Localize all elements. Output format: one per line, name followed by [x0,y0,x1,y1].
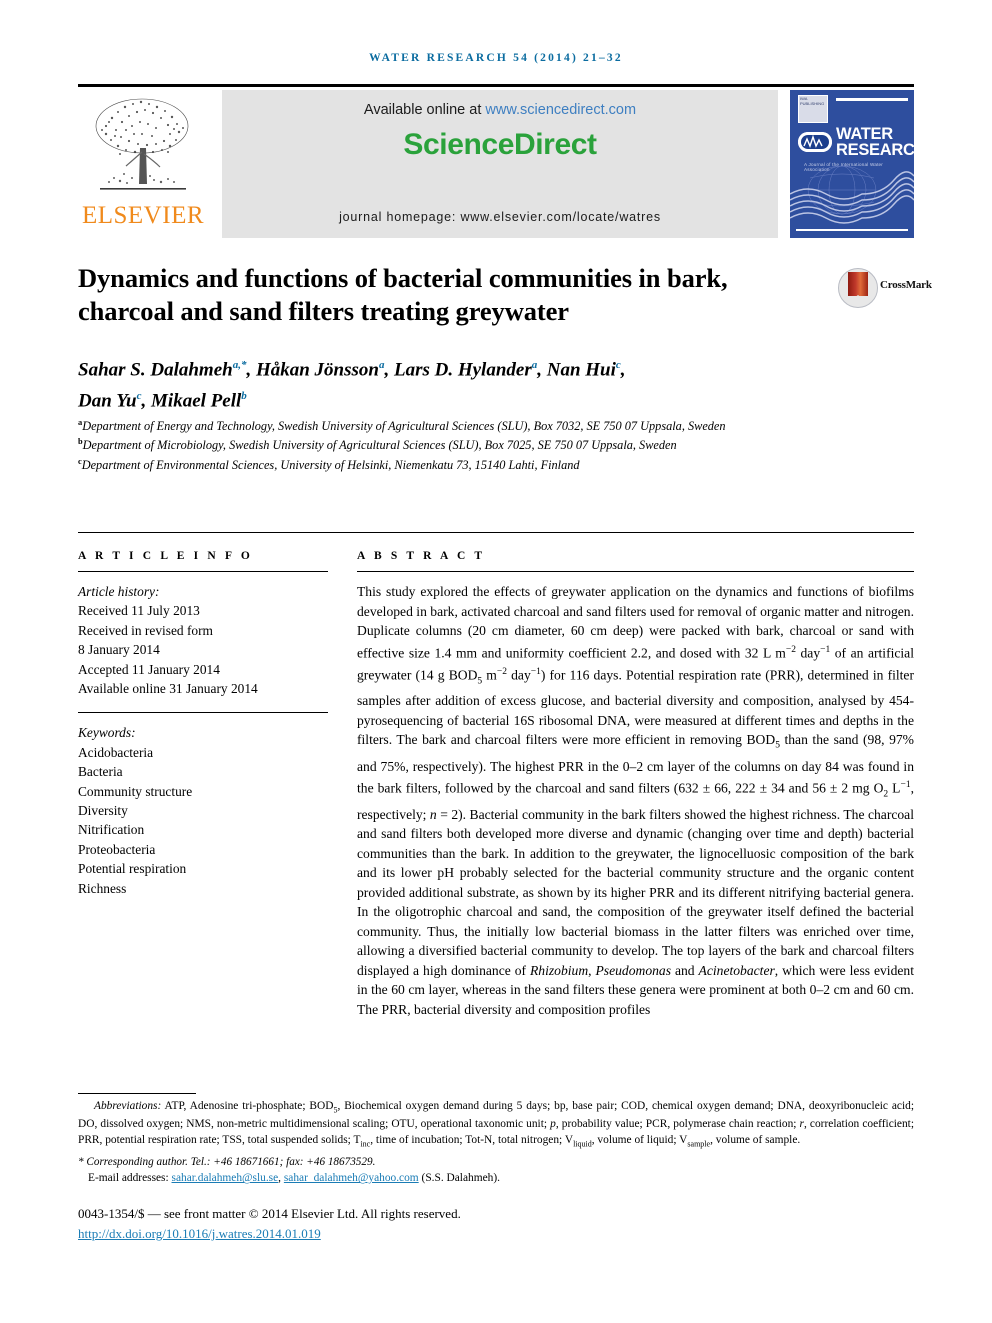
keywords-rule [78,712,328,714]
keyword-item: Diversity [78,803,128,819]
author-name: Mikael Pell [151,390,242,412]
email-link-slu[interactable]: sahar.dalahmeh@slu.se [172,1172,279,1184]
iwa-publishing-logo: IWA PUBLISHING [798,95,828,123]
abbreviations-note: Abbreviations: ATP, Adenosine tri-phosph… [78,1099,914,1151]
cover-wave-artwork [790,165,914,224]
keyword-item: Acidobacteria [78,744,154,760]
history-item: Available online 31 January 2014 [78,681,258,697]
affiliation-text: Department of Energy and Technology, Swe… [82,419,726,434]
author-name: Håkan Jönsson [255,359,379,381]
page-title: Dynamics and functions of bacterial comm… [78,263,728,326]
abstract-heading: A B S T R A C T [357,550,486,562]
author-name: Nan Hui [546,359,616,381]
affiliation-item: aDepartment of Energy and Technology, Sw… [78,415,818,434]
article-info-column: A R T I C L E I N F O Article history: R… [78,550,328,898]
author-affil-marker: a,* [232,359,247,371]
affiliation-text: Department of Environmental Sciences, Un… [81,457,580,472]
history-item: 8 January 2014 [78,642,160,658]
author-name: Sahar S. Dalahmeh [78,359,233,381]
history-item: Accepted 11 January 2014 [78,661,220,677]
affiliation-item: cDepartment of Environmental Sciences, U… [78,454,818,473]
affiliation-list: aDepartment of Energy and Technology, Sw… [78,415,818,473]
keyword-item: Potential respiration [78,861,187,877]
keyword-item: Proteobacteria [78,841,156,857]
sciencedirect-banner: Available online at www.sciencedirect.co… [222,90,778,238]
keyword-item: Nitrification [78,822,145,838]
imprint-block: 0043-1354/$ — see front matter © 2014 El… [78,1205,914,1243]
available-label: Available online at [363,102,486,118]
author-list: Sahar S. Dalahmeha,*, Håkan Jönssona, La… [78,352,838,415]
article-info-heading: A R T I C L E I N F O [78,550,253,562]
email-label: E-mail addresses: [88,1172,172,1185]
corresponding-author-note: * Corresponding author. Tel.: +46 186716… [78,1156,376,1169]
journal-homepage-text[interactable]: journal homepage: www.elsevier.com/locat… [222,210,778,224]
author-affil-marker: a [531,359,538,371]
cover-title-line2: RESEARCH [836,141,914,159]
author-name: Dan Yu [78,390,137,412]
affiliation-text: Department of Microbiology, Swedish Univ… [82,438,677,453]
history-item: Received 11 July 2013 [78,603,200,619]
email-link-yahoo[interactable]: sahar_dalahmeh@yahoo.com [284,1172,419,1184]
author-affil-marker: c [615,359,621,371]
keyword-item: Bacteria [78,764,123,780]
sciencedirect-wordmark: ScienceDirect [403,128,597,161]
keyword-list: Acidobacteria Bacteria Community structu… [78,743,328,898]
keywords-label: Keywords: [78,725,136,741]
abstract-rule [357,571,914,572]
crossmark-label: CrossMark [880,279,932,291]
abbreviations-label: Abbreviations: [94,1100,162,1112]
page-title-block: Dynamics and functions of bacterial comm… [78,262,818,328]
journal-cover-thumbnail: IWA PUBLISHING WATER RESEARCH A Journal … [790,90,914,238]
footnote-block: Abbreviations: ATP, Adenosine tri-phosph… [78,1099,914,1187]
running-head: WATER RESEARCH 54 (2014) 21–32 [369,52,623,64]
footnote-divider [78,1093,196,1094]
article-history: Article history: Received 11 July 2013 R… [78,582,328,698]
email-note: E-mail addresses: sahar.dalahmeh@slu.se,… [88,1172,500,1185]
abstract-text: This study explored the effects of greyw… [357,584,915,1017]
article-first-page: WATER RESEARCH 54 (2014) 21–32 ELSEVIER … [0,0,992,1323]
author-line-2: Dan Yuc, Mikael Pellb [78,390,247,412]
journal-masthead: ELSEVIER Available online at www.science… [78,84,914,238]
available-online-text: Available online at www.sciencedirect.co… [222,102,778,118]
keyword-item: Richness [78,880,127,896]
cover-title-line1: WATER [836,125,893,143]
keyword-item: Community structure [78,783,193,799]
crossmark-icon [838,268,878,308]
doi-link[interactable]: http://dx.doi.org/10.1016/j.watres.2014.… [78,1225,321,1243]
cover-top-rule [836,98,908,101]
copyright-line: 0043-1354/$ — see front matter © 2014 El… [78,1206,461,1221]
author-affil-marker: c [136,390,142,403]
section-divider-top [78,532,914,533]
elsevier-wordmark: ELSEVIER [81,202,205,229]
cover-bottom-rule [796,229,908,231]
history-item: Received in revised form [78,622,213,638]
author-name: Lars D. Hylander [393,359,532,381]
cover-title: WATER RESEARCH [836,125,914,159]
iwa-logo-icon [798,132,832,152]
affiliation-item: bDepartment of Microbiology, Swedish Uni… [78,434,818,453]
article-history-label: Article history: [78,584,160,599]
elsevier-logo: ELSEVIER [78,90,210,238]
crossmark-badge[interactable]: CrossMark [838,266,932,314]
abstract-column: A B S T R A C T This study explored the … [357,550,914,1019]
sciencedirect-link[interactable]: www.sciencedirect.com [485,102,636,118]
email-suffix: (S.S. Dalahmeh). [418,1172,500,1185]
author-line-1: Sahar S. Dalahmeha,*, Håkan Jönssona, La… [78,359,626,381]
author-affil-marker: a [378,359,385,371]
elsevier-tree-icon [95,98,189,190]
abbreviations-text: ATP, Adenosine tri-phosphate; BOD5, Bioc… [78,1100,914,1148]
article-info-rule [78,571,328,572]
author-affil-marker: b [241,390,247,403]
